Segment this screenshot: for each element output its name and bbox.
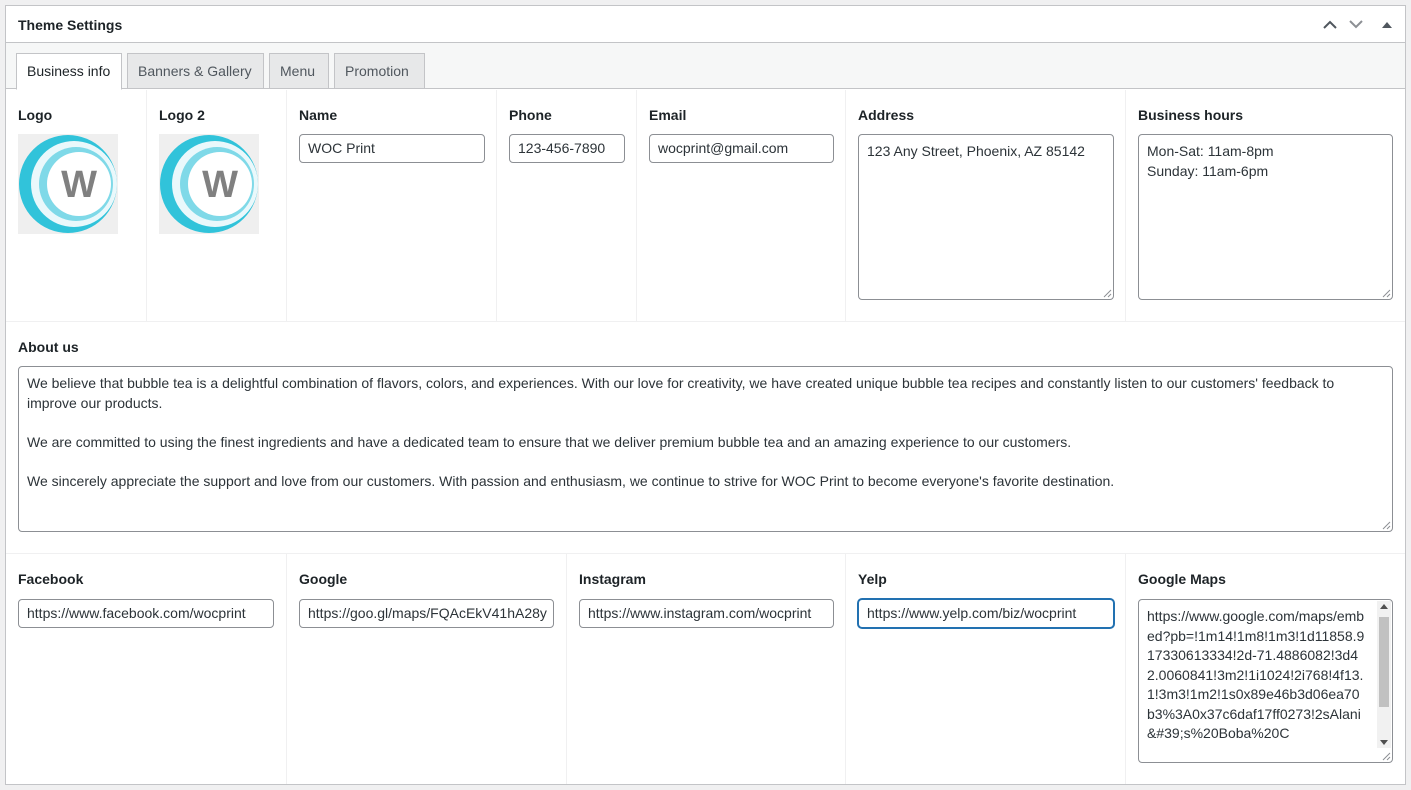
resize-grip-icon[interactable] xyxy=(1381,520,1391,530)
logo2-graphic: W xyxy=(160,135,258,233)
logo-image[interactable]: W xyxy=(18,134,118,234)
yelp-cell: Yelp https://www.yelp.com/biz/wocprint xyxy=(846,554,1126,784)
scroll-down-icon[interactable] xyxy=(1380,740,1388,745)
tab-business-info[interactable]: Business info xyxy=(16,53,122,90)
tab-bar: Business info Banners & Gallery Menu Pro… xyxy=(6,43,1405,90)
facebook-input[interactable]: https://www.facebook.com/wocprint xyxy=(18,599,274,628)
about-cell: About us We believe that bubble tea is a… xyxy=(6,322,1405,553)
maps-cell: Google Maps https://www.google.com/maps/… xyxy=(1126,554,1405,784)
theme-settings-panel: Theme Settings Business info Banners & G… xyxy=(5,5,1406,785)
email-label: Email xyxy=(649,107,687,123)
scrollbar-thumb[interactable] xyxy=(1379,617,1389,707)
yelp-input[interactable]: https://www.yelp.com/biz/wocprint xyxy=(858,599,1114,628)
instagram-cell: Instagram https://www.instagram.com/wocp… xyxy=(567,554,846,784)
google-cell: Google https://goo.gl/maps/FQAcEkV41hA28… xyxy=(287,554,567,784)
tab-promotion[interactable]: Promotion xyxy=(334,53,425,89)
tab-banners-gallery[interactable]: Banners & Gallery xyxy=(127,53,264,89)
hours-cell: Business hours Mon-Sat: 11am-8pm Sunday:… xyxy=(1126,90,1405,321)
logo2-label: Logo 2 xyxy=(159,107,205,123)
yelp-label: Yelp xyxy=(858,571,887,587)
address-text: 123 Any Street, Phoenix, AZ 85142 xyxy=(867,143,1085,159)
about-text: We believe that bubble tea is a delightf… xyxy=(27,375,1335,489)
facebook-cell: Facebook https://www.facebook.com/wocpri… xyxy=(6,554,287,784)
hours-text: Mon-Sat: 11am-8pm Sunday: 11am-6pm xyxy=(1147,143,1274,179)
maps-label: Google Maps xyxy=(1138,571,1226,587)
google-label: Google xyxy=(299,571,348,587)
logo2-letter: W xyxy=(202,164,238,206)
email-cell: Email wocprint@gmail.com xyxy=(637,90,846,321)
panel-title: Theme Settings xyxy=(18,17,123,33)
instagram-input[interactable]: https://www.instagram.com/wocprint xyxy=(579,599,834,628)
instagram-label: Instagram xyxy=(579,571,646,587)
hours-label: Business hours xyxy=(1138,107,1244,123)
panel-header: Theme Settings xyxy=(6,6,1405,43)
address-textarea[interactable]: 123 Any Street, Phoenix, AZ 85142 xyxy=(858,134,1114,300)
phone-input[interactable]: 123-456-7890 xyxy=(509,134,625,163)
address-cell: Address 123 Any Street, Phoenix, AZ 8514… xyxy=(846,90,1126,321)
maps-text: https://www.google.com/maps/embed?pb=!1m… xyxy=(1147,608,1365,741)
phone-label: Phone xyxy=(509,107,552,123)
move-down-icon[interactable] xyxy=(1346,14,1366,34)
address-label: Address xyxy=(858,107,915,123)
scrollbar[interactable] xyxy=(1377,601,1391,748)
name-label: Name xyxy=(299,107,338,123)
google-input[interactable]: https://goo.gl/maps/FQAcEkV41hA28y xyxy=(299,599,554,628)
logo-label: Logo xyxy=(18,107,53,123)
name-input[interactable]: WOC Print xyxy=(299,134,485,163)
name-cell: Name WOC Print xyxy=(287,90,497,321)
about-label: About us xyxy=(18,339,79,355)
logo2-image[interactable]: W xyxy=(159,134,259,234)
move-up-icon[interactable] xyxy=(1320,14,1340,34)
logo-cell: Logo W xyxy=(6,90,147,321)
collapse-toggle-icon[interactable] xyxy=(1377,14,1397,34)
facebook-label: Facebook xyxy=(18,571,84,587)
logo-letter: W xyxy=(61,164,97,206)
maps-textarea[interactable]: https://www.google.com/maps/embed?pb=!1m… xyxy=(1138,599,1393,763)
hours-textarea[interactable]: Mon-Sat: 11am-8pm Sunday: 11am-6pm xyxy=(1138,134,1393,300)
resize-grip-icon[interactable] xyxy=(1102,288,1112,298)
email-input[interactable]: wocprint@gmail.com xyxy=(649,134,834,163)
logo2-cell: Logo 2 W xyxy=(147,90,287,321)
resize-grip-icon[interactable] xyxy=(1381,288,1391,298)
tab-menu[interactable]: Menu xyxy=(269,53,329,89)
logo-graphic: W xyxy=(19,135,117,233)
about-textarea[interactable]: We believe that bubble tea is a delightf… xyxy=(18,366,1393,532)
scroll-up-icon[interactable] xyxy=(1380,604,1388,609)
phone-cell: Phone 123-456-7890 xyxy=(497,90,637,321)
resize-grip-icon[interactable] xyxy=(1381,751,1391,761)
